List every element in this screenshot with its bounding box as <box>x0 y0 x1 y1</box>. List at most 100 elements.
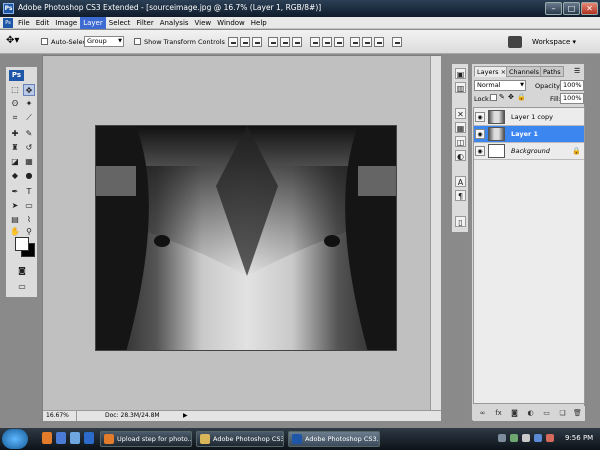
workspace-button[interactable]: Workspace ▾ <box>532 38 576 46</box>
eye-icon[interactable]: ◉ <box>475 112 485 122</box>
lock-pixels-icon[interactable]: ✎ <box>499 93 505 101</box>
lasso-tool-icon[interactable]: ʘ <box>9 98 21 110</box>
align-left-icon[interactable] <box>268 37 278 47</box>
auto-select-checkbox[interactable] <box>41 38 48 45</box>
history-brush-icon[interactable]: ↺ <box>23 142 35 154</box>
distribute-left-icon[interactable] <box>350 37 360 47</box>
slice-tool-icon[interactable]: ⟋ <box>23 112 35 124</box>
clone-stamp-icon[interactable]: ♜ <box>9 142 21 154</box>
align-middle-icon[interactable] <box>240 37 250 47</box>
taskbar-button-firefox[interactable]: Upload step for photo... <box>100 431 192 447</box>
workspace-icon[interactable] <box>508 36 522 48</box>
brush-tool-icon[interactable]: ✎ <box>23 128 35 140</box>
link-layers-icon[interactable]: ∞ <box>477 408 488 419</box>
image-canvas[interactable] <box>95 125 397 351</box>
new-group-icon[interactable]: ▭ <box>541 408 552 419</box>
tab-layers[interactable]: Layers × <box>474 66 510 77</box>
quick-launch-ps-icon[interactable] <box>84 432 94 444</box>
layer-row-background[interactable]: ◉ Background 🔒 <box>474 143 584 160</box>
menu-image[interactable]: Image <box>52 17 80 29</box>
notes-tool-icon[interactable]: ▤ <box>9 214 21 226</box>
menu-window[interactable]: Window <box>214 17 248 29</box>
new-layer-icon[interactable]: ❏ <box>557 408 568 419</box>
gradient-tool-icon[interactable]: ▦ <box>23 156 35 168</box>
path-selection-icon[interactable]: ➤ <box>9 200 21 212</box>
layer-row-layer-1[interactable]: ◉ Layer 1 <box>474 126 584 143</box>
app-menu-icon[interactable]: Ps <box>3 18 13 28</box>
adjustments-panel-icon[interactable]: ◐ <box>455 150 466 161</box>
lock-all-icon[interactable]: 🔒 <box>517 93 526 101</box>
tray-update-icon[interactable] <box>534 434 542 442</box>
panel-menu-icon[interactable]: ☰ <box>574 67 580 75</box>
show-transform-checkbox[interactable] <box>134 38 141 45</box>
quick-launch-firefox-icon[interactable] <box>42 432 52 444</box>
lock-position-icon[interactable]: ✥ <box>508 93 514 101</box>
layer-style-icon[interactable]: fx <box>493 408 504 419</box>
align-right-icon[interactable] <box>292 37 302 47</box>
menu-help[interactable]: Help <box>248 17 270 29</box>
quick-mask-icon[interactable]: ◙ <box>16 265 28 277</box>
styles-panel-icon[interactable]: ◫ <box>455 136 466 147</box>
tab-channels[interactable]: Channels <box>506 66 543 77</box>
magic-wand-tool-icon[interactable]: ✦ <box>23 98 35 110</box>
eraser-tool-icon[interactable]: ◪ <box>9 156 21 168</box>
status-menu-arrow-icon[interactable]: ▶ <box>183 412 188 419</box>
move-tool-icon[interactable]: ✥ <box>23 84 35 96</box>
crop-tool-icon[interactable]: ⌗ <box>9 112 21 124</box>
eyedropper-tool-icon[interactable]: ⌇ <box>23 214 35 226</box>
fill-input[interactable]: 100% <box>560 93 584 104</box>
opacity-input[interactable]: 100% <box>560 80 584 91</box>
quick-launch-show-desktop-icon[interactable] <box>56 432 66 444</box>
tray-security-icon[interactable] <box>510 434 518 442</box>
align-center-icon[interactable] <box>280 37 290 47</box>
document-vertical-scrollbar[interactable] <box>430 56 441 410</box>
tray-volume-icon[interactable] <box>522 434 530 442</box>
tray-network-icon[interactable] <box>498 434 506 442</box>
pen-tool-icon[interactable]: ✒ <box>9 186 21 198</box>
menu-select[interactable]: Select <box>106 17 134 29</box>
foreground-color-swatch[interactable] <box>15 237 29 251</box>
align-top-icon[interactable] <box>228 37 238 47</box>
paragraph-panel-icon[interactable]: ¶ <box>455 190 466 201</box>
type-tool-icon[interactable]: T <box>23 186 35 198</box>
menu-view[interactable]: View <box>192 17 215 29</box>
menu-layer[interactable]: Layer <box>80 17 106 29</box>
distribute-center-icon[interactable] <box>362 37 372 47</box>
align-bottom-icon[interactable] <box>252 37 262 47</box>
distribute-right-icon[interactable] <box>374 37 384 47</box>
character-panel-icon[interactable]: A <box>455 176 466 187</box>
distribute-middle-icon[interactable] <box>322 37 332 47</box>
menu-filter[interactable]: Filter <box>133 17 156 29</box>
lock-transparency-icon[interactable] <box>490 94 497 101</box>
brushes-panel-icon[interactable]: ▯ <box>455 216 466 227</box>
shape-tool-icon[interactable]: ▭ <box>23 200 35 212</box>
maximize-button[interactable]: □ <box>563 2 580 15</box>
blur-tool-icon[interactable]: ◆ <box>9 170 21 182</box>
delete-layer-icon[interactable]: 🗑 <box>572 408 583 419</box>
distribute-bottom-icon[interactable] <box>334 37 344 47</box>
navigator-panel-icon[interactable]: ▣ <box>455 68 466 79</box>
move-tool-preset-icon[interactable]: ✥▾ <box>6 35 28 49</box>
histogram-panel-icon[interactable]: ▥ <box>455 82 466 93</box>
adjustment-layer-icon[interactable]: ◐ <box>525 408 536 419</box>
tab-paths[interactable]: Paths <box>540 66 564 77</box>
menu-edit[interactable]: Edit <box>33 17 53 29</box>
auto-select-dropdown[interactable]: Group ▼ <box>84 36 124 47</box>
dodge-tool-icon[interactable]: ● <box>23 170 35 182</box>
close-button[interactable]: ✕ <box>581 2 598 15</box>
taskbar-clock[interactable]: 9:56 PM <box>565 434 593 442</box>
auto-align-icon[interactable] <box>392 37 402 47</box>
taskbar-button-photoshop[interactable]: Adobe Photoshop CS3... <box>288 431 380 447</box>
tools-presets-icon[interactable]: ✕ <box>455 108 466 119</box>
healing-brush-icon[interactable]: ✚ <box>9 128 21 140</box>
minimize-button[interactable]: – <box>545 2 562 15</box>
menu-file[interactable]: File <box>15 17 33 29</box>
swatches-panel-icon[interactable]: ▦ <box>455 122 466 133</box>
layer-mask-icon[interactable]: ◙ <box>509 408 520 419</box>
eye-icon[interactable]: ◉ <box>475 146 485 156</box>
blend-mode-dropdown[interactable]: Normal ▼ <box>474 80 526 91</box>
start-button[interactable] <box>2 429 28 449</box>
eye-icon[interactable]: ◉ <box>475 129 485 139</box>
taskbar-button-folder[interactable]: Adobe Photoshop CS3 <box>196 431 284 447</box>
layer-row-layer-1-copy[interactable]: ◉ Layer 1 copy <box>474 109 584 126</box>
